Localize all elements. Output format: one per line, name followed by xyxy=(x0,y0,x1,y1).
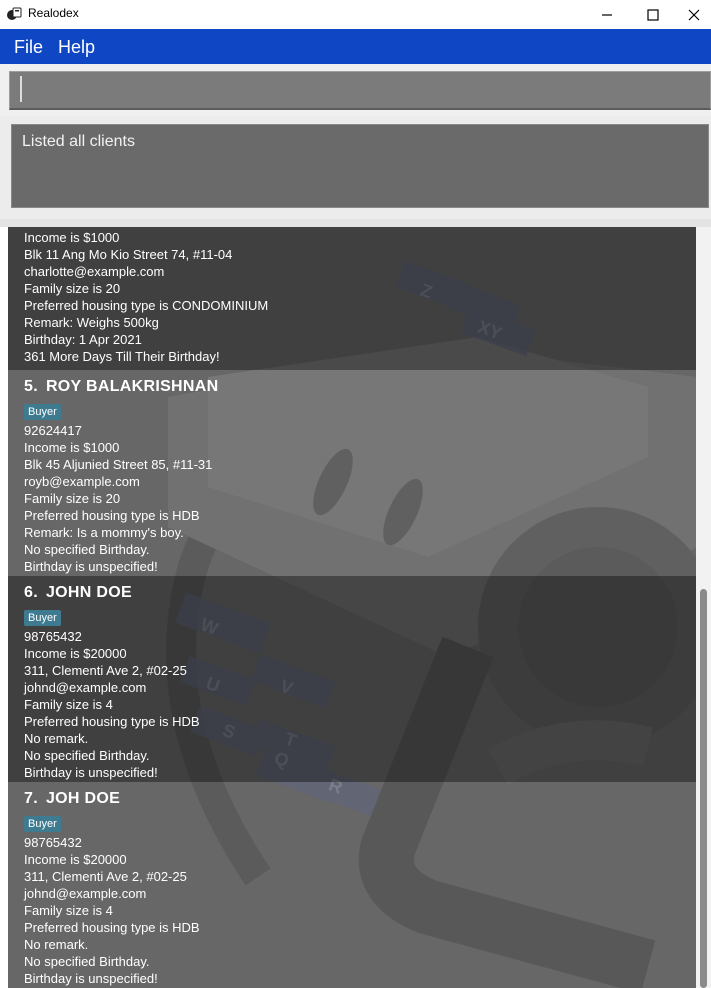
client-phone: 98765432 xyxy=(24,835,82,850)
client-name: JOHN DOE xyxy=(45,584,132,601)
client-index: 5. xyxy=(24,378,38,395)
scrollbar-thumb[interactable] xyxy=(700,589,707,988)
window-title: Realodex xyxy=(28,6,79,20)
client-birthday: No specified Birthday. xyxy=(24,748,150,763)
client-card[interactable]: 5. ROY BALAKRISHNAN Buyer 92624417 Income… xyxy=(8,370,696,576)
client-email: royb@example.com xyxy=(24,474,140,489)
client-address: 311, Clementi Ave 2, #02-25 xyxy=(24,663,187,678)
title-bar: Realodex xyxy=(0,0,711,29)
client-birthday: No specified Birthday. xyxy=(24,542,150,557)
menu-file[interactable]: File xyxy=(14,37,43,58)
client-family-size: Family size is 20 xyxy=(24,281,121,296)
client-name: ROY BALAKRISHNAN xyxy=(45,378,219,395)
client-income: Income is $20000 xyxy=(24,646,127,661)
result-message: Listed all clients xyxy=(22,133,135,150)
client-housing-type: Preferred housing type is HDB xyxy=(24,508,200,523)
client-remark: Remark: Is a mommy's boy. xyxy=(24,525,184,540)
client-header: 6. JOHN DOE xyxy=(24,584,200,606)
client-birthday-countdown: Birthday is unspecified! xyxy=(24,971,158,986)
client-housing-type: Preferred housing type is HDB xyxy=(24,920,200,935)
client-remark: No remark. xyxy=(24,937,89,952)
maximize-icon xyxy=(647,8,659,21)
client-remark: No remark. xyxy=(24,731,89,746)
menu-help[interactable]: Help xyxy=(58,37,95,58)
client-index: 6. xyxy=(24,584,38,601)
result-display: Listed all clients xyxy=(11,124,709,208)
client-name: JOH DOE xyxy=(45,790,121,807)
maximize-button[interactable] xyxy=(630,0,676,29)
command-input[interactable] xyxy=(9,71,711,110)
client-birthday: No specified Birthday. xyxy=(24,954,150,969)
client-remark: Remark: Weighs 500kg xyxy=(24,315,159,330)
client-family-size: Family size is 4 xyxy=(24,903,113,918)
client-list-panel[interactable]: Z XY W U V S T Q R Income is $1000 Blk 1… xyxy=(8,227,696,988)
client-birthday-countdown: Birthday is unspecified! xyxy=(24,765,158,780)
client-email: charlotte@example.com xyxy=(24,264,165,279)
client-tag-badge: Buyer xyxy=(24,610,61,626)
client-address: 311, Clementi Ave 2, #02-25 xyxy=(24,869,187,884)
client-index: 7. xyxy=(24,790,38,807)
client-birthday-countdown: 361 More Days Till Their Birthday! xyxy=(24,349,220,364)
client-birthday: Birthday: 1 Apr 2021 xyxy=(24,332,142,347)
minimize-icon xyxy=(602,13,612,16)
client-email: johnd@example.com xyxy=(24,680,147,695)
client-housing-type: Preferred housing type is CONDOMINIUM xyxy=(24,298,269,313)
panel-divider xyxy=(0,219,711,227)
client-birthday-countdown: Birthday is unspecified! xyxy=(24,559,158,574)
client-income: Income is $1000 xyxy=(24,230,120,245)
client-phone: 98765432 xyxy=(24,629,82,644)
client-income: Income is $1000 xyxy=(24,440,120,455)
menu-bar: File Help xyxy=(0,29,711,64)
app-logo-icon xyxy=(7,7,22,20)
client-address: Blk 45 Aljunied Street 85, #11-31 xyxy=(24,457,213,472)
client-family-size: Family size is 20 xyxy=(24,491,121,506)
client-address: Blk 11 Ang Mo Kio Street 74, #11-04 xyxy=(24,247,233,262)
client-family-size: Family size is 4 xyxy=(24,697,113,712)
text-caret xyxy=(20,76,22,102)
close-button[interactable] xyxy=(676,0,711,29)
client-card[interactable]: 7. JOH DOE Buyer 98765432 Income is $2000… xyxy=(8,782,696,988)
close-icon xyxy=(688,9,699,20)
client-tag-badge: Buyer xyxy=(24,816,61,832)
client-housing-type: Preferred housing type is HDB xyxy=(24,714,200,729)
result-display-area: Listed all clients xyxy=(0,116,711,219)
client-email: johnd@example.com xyxy=(24,886,147,901)
client-income: Income is $20000 xyxy=(24,852,127,867)
client-card-partial[interactable]: Income is $1000 Blk 11 Ang Mo Kio Street… xyxy=(8,227,696,370)
client-header: 5. ROY BALAKRISHNAN xyxy=(24,378,218,400)
client-card[interactable]: 6. JOHN DOE Buyer 98765432 Income is $200… xyxy=(8,576,696,782)
client-tag-badge: Buyer xyxy=(24,404,61,420)
list-scrollbar[interactable] xyxy=(696,227,711,988)
command-area xyxy=(0,64,711,116)
minimize-button[interactable] xyxy=(584,0,630,29)
client-phone: 92624417 xyxy=(24,423,82,438)
client-header: 7. JOH DOE xyxy=(24,790,200,812)
